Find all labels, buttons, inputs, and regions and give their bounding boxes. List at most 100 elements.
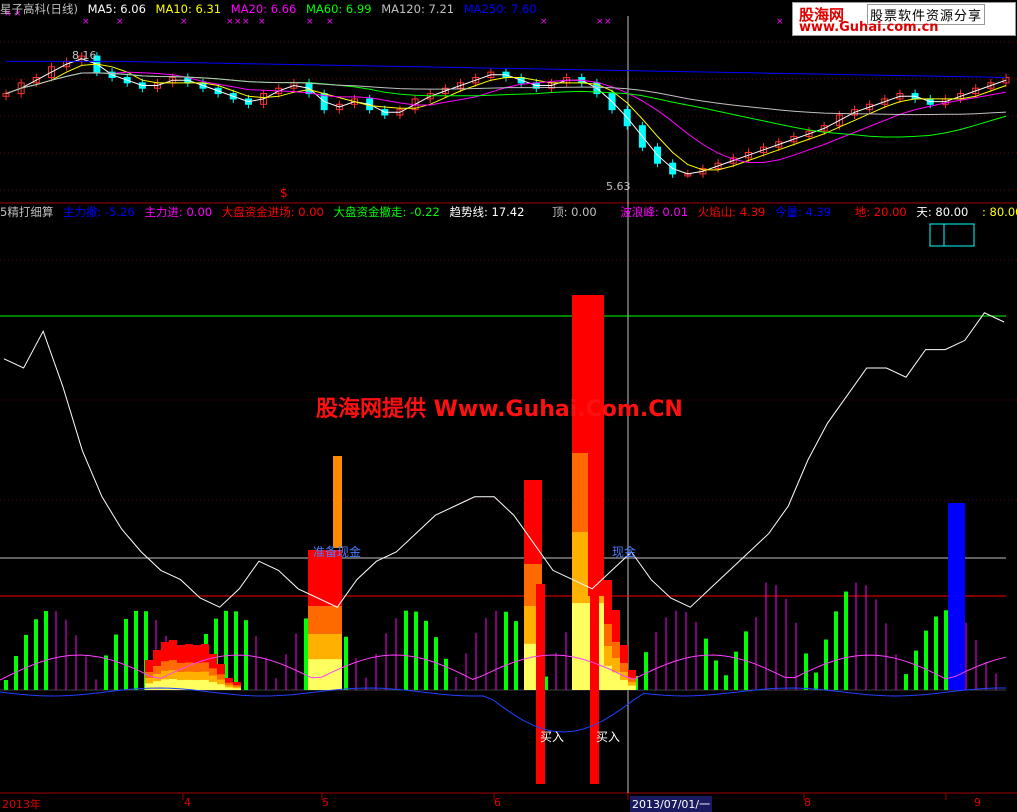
ground-value: 地: 20.00 — [854, 205, 907, 219]
extra-value: : 80.00 — [982, 205, 1017, 219]
volume-bar-3 — [34, 619, 38, 690]
signal-mark-9: × — [306, 17, 314, 27]
flame-a-8-3 — [209, 682, 217, 690]
volume-bar-30 — [304, 618, 308, 690]
market-out-value: 大盘资金撤走: -0.22 — [333, 205, 440, 219]
x-label-cursor-date: 2013/07/01/一 — [630, 796, 713, 812]
buy-signal-2: 买入 — [596, 730, 621, 744]
volume-bar-92 — [924, 630, 928, 690]
top-value: 顶: 0.00 — [552, 205, 597, 219]
signal-mark-13: × — [604, 17, 612, 27]
main-header: 星子高科(日线) MA5: 6.06 MA10: 6.31 MA20: 6.66… — [0, 1, 543, 17]
volcano-value: 火焰山: 4.39 — [697, 205, 766, 219]
volume-value: 今量: 4.39 — [774, 205, 832, 219]
site-logo: 股海网 股票软件资源分享 www.Guhai.com.cn — [792, 2, 1016, 36]
x-label-jun: 6 — [494, 796, 501, 809]
flame-d-peak — [588, 296, 604, 596]
flame-d-3 — [572, 603, 604, 690]
buy-bar-1 — [536, 584, 545, 784]
flame-e-3-3 — [628, 685, 636, 690]
signal-mark-2: × — [82, 17, 90, 27]
watermark: 股海网提供 Www.Guhai.Com.CN — [316, 397, 683, 422]
volume-bar-23 — [234, 611, 238, 690]
volume-bar-4 — [44, 611, 48, 690]
volume-bar-10 — [104, 655, 108, 690]
volume-bar-0 — [4, 680, 8, 690]
x-label-may: 5 — [322, 796, 329, 809]
cash-label: 现金 — [612, 545, 637, 559]
flame-e-2-3 — [620, 680, 628, 690]
blue-bar — [948, 503, 965, 690]
ma60-value: MA60: 6.99 — [305, 2, 372, 16]
flame-a-1-3 — [153, 681, 161, 690]
buy-signal-1: 买入 — [540, 730, 565, 744]
ma120-value: MA120: 7.21 — [381, 2, 455, 16]
volume-bar-2 — [24, 634, 28, 690]
ready-cash-label: 准备现金 — [313, 545, 362, 559]
volume-bar-40 — [404, 610, 408, 690]
low-price-label: 5.63 — [606, 180, 631, 193]
sky-value: 天: 80.00 — [916, 205, 969, 219]
signal-mark-10: × — [326, 17, 334, 27]
signal-mark-8: × — [258, 17, 266, 27]
volume-bar-64 — [644, 652, 648, 690]
volume-bar-41 — [414, 611, 418, 690]
ma10-value: MA10: 6.31 — [155, 2, 222, 16]
volume-bar-82 — [824, 639, 828, 690]
signal-mark-3: × — [116, 17, 124, 27]
x-label-aug: 8 — [804, 796, 811, 809]
flame-a-9-3 — [217, 684, 225, 690]
x-label-sep: 9 — [974, 796, 981, 809]
signal-mark-12: × — [596, 17, 604, 27]
high-price-label: 8.16 — [72, 49, 97, 62]
volume-bar-90 — [904, 674, 908, 690]
volume-bar-50 — [504, 611, 508, 690]
legend-box — [929, 223, 975, 247]
volume-bar-83 — [834, 611, 838, 690]
trend-line — [3, 312, 1005, 608]
trend-value: 趋势线: 17.42 — [449, 205, 525, 219]
ma20-value: MA20: 6.66 — [230, 2, 297, 16]
buy-bar-2 — [590, 584, 599, 784]
flame-a-11-3 — [233, 688, 241, 690]
volume-bar-12 — [124, 618, 128, 690]
flame-a-7-3 — [201, 679, 209, 690]
signal-mark-4: × — [180, 17, 188, 27]
indicator-header: 5精打细算 主力撤: -5.26 主力进: 0.00 大盘资金进场: 0.00 … — [0, 204, 1017, 220]
wave-peak-value: 波浪峰: 0.01 — [620, 205, 689, 219]
signal-mark-11: × — [540, 17, 548, 27]
main-in-value: 主力进: 0.00 — [144, 205, 213, 219]
volume-bar-34 — [344, 636, 348, 690]
x-label-2013: 2013年 — [2, 798, 41, 811]
volume-bar-42 — [424, 620, 428, 690]
flame-a-6-3 — [193, 680, 201, 690]
signal-mark-6: × — [234, 17, 242, 27]
flame-e-1-3 — [612, 672, 620, 690]
signal-mark-5: × — [226, 17, 234, 27]
main-out-value: 主力撤: -5.26 — [62, 205, 135, 219]
volume-bar-51 — [514, 621, 518, 690]
volume-bar-84 — [844, 591, 848, 690]
volume-bar-81 — [814, 672, 818, 690]
volume-bar-72 — [724, 675, 728, 690]
dollar-marker: $ — [280, 186, 288, 200]
ma5-value: MA5: 6.06 — [87, 2, 146, 16]
orange-spike — [333, 456, 342, 548]
volume-bar-44 — [444, 658, 448, 690]
flame-a-10-3 — [225, 687, 233, 690]
stock-title: 星子高科(日线) — [0, 2, 78, 16]
blue-oscillator — [0, 687, 1006, 733]
x-label-apr: 4 — [184, 796, 191, 809]
volume-bar-91 — [914, 650, 918, 690]
flame-a-5-3 — [185, 679, 193, 690]
volume-bar-93 — [934, 616, 938, 690]
indicator-name: 5精打细算 — [0, 205, 54, 219]
market-in-value: 大盘资金进场: 0.00 — [221, 205, 324, 219]
signal-mark-14: × — [776, 17, 784, 27]
signal-mark-7: × — [242, 17, 250, 27]
volume-bar-13 — [134, 610, 138, 690]
ma250-value: MA250: 7.60 — [463, 2, 537, 16]
volume-bar-70 — [704, 638, 708, 690]
logo-url: www.Guhai.com.cn — [799, 20, 939, 35]
volume-bar-71 — [714, 660, 718, 690]
